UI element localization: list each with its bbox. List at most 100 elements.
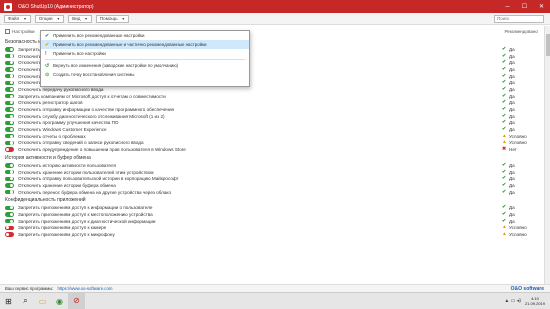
setting-toggle[interactable] xyxy=(5,183,14,188)
setting-row[interactable]: Отключить службу диагностического отслеж… xyxy=(0,113,544,120)
setting-toggle[interactable] xyxy=(5,218,14,224)
setting-row[interactable]: Запретить приложениям доступ к информаци… xyxy=(0,204,544,211)
shutup10-app-icon[interactable]: ⊘ xyxy=(68,292,85,309)
clock[interactable]: 4:10 21.09.2019 xyxy=(525,296,545,306)
recommendation: ✔ Да xyxy=(502,163,515,168)
warning-icon: ▲ xyxy=(502,140,507,146)
recommendation: ✔ Да xyxy=(502,100,515,105)
setting-row[interactable]: Запретить приложениям доступ к микрофону… xyxy=(0,231,544,238)
dropdown-menu-item[interactable]: ! Применить все настройки xyxy=(41,49,249,58)
setting-toggle[interactable] xyxy=(5,189,14,195)
dropdown-menu-item[interactable]: ✔ Применить все рекомендованные настройки xyxy=(41,31,249,40)
recommendation: ✔ Да xyxy=(502,183,515,188)
setting-toggle[interactable] xyxy=(5,107,14,112)
windows-start-icon[interactable]: ⊞ xyxy=(0,293,17,309)
chrome-icon[interactable]: ◉ xyxy=(51,293,68,309)
setting-label: Отключить отправку пользовательской исто… xyxy=(18,176,179,182)
recommendation-label: Да xyxy=(509,113,515,119)
setting-toggle[interactable] xyxy=(5,127,14,132)
recommendation-label: Да xyxy=(509,80,515,86)
menu-options[interactable]: Опции ▼ xyxy=(34,14,65,23)
website-link[interactable]: https://www.oo-software.com xyxy=(58,286,113,291)
setting-label: Запретить приложениям доступ к информаци… xyxy=(18,205,153,211)
setting-toggle[interactable] xyxy=(5,73,14,79)
setting-row[interactable]: Отключить программу улучшения качества П… xyxy=(0,120,544,127)
setting-row[interactable]: Запретить приложениям доступ к камере ▲ Ус… xyxy=(0,225,544,232)
setting-toggle[interactable] xyxy=(5,100,14,106)
setting-row[interactable]: Отключить отправку информации о качестве… xyxy=(0,106,544,113)
tray-icons[interactable]: ▲ ▭ ◂) xyxy=(504,298,521,304)
recommendation: ✔ Да xyxy=(502,190,515,195)
setting-toggle[interactable] xyxy=(5,67,14,72)
setting-label: Запретить приложениям доступ к диагности… xyxy=(18,218,156,224)
recommendation-label: Да xyxy=(509,86,515,92)
search-input[interactable]: Поиск xyxy=(494,15,544,23)
dropdown-item-label: Применить все рекомендованные и частично… xyxy=(53,42,207,47)
file-explorer-icon[interactable]: ▭ xyxy=(34,293,51,309)
warning-icon: ▲ xyxy=(502,225,507,231)
setting-row[interactable]: Запретить компаниям от Microsoft доступ … xyxy=(0,93,544,100)
setting-toggle[interactable] xyxy=(5,212,14,217)
setting-toggle[interactable] xyxy=(5,140,14,146)
vertical-scrollbar[interactable] xyxy=(544,26,550,284)
search-icon[interactable]: ⌕ xyxy=(17,293,34,309)
status-bar: Ваш сервис программы: https://www.oo-sof… xyxy=(0,284,550,292)
setting-row[interactable]: Отключить передачу рукописного ввода ✔ Да xyxy=(0,86,544,93)
setting-row[interactable]: Отключить отправку сведений о записи рук… xyxy=(0,140,544,147)
recommendation: ▲ Условно xyxy=(502,140,527,145)
setting-toggle[interactable] xyxy=(5,205,14,210)
setting-toggle[interactable] xyxy=(5,114,14,119)
setting-toggle[interactable] xyxy=(5,169,14,175)
recommendation-label: Да xyxy=(509,127,515,133)
recommendation-label: Нет xyxy=(509,147,517,153)
check-icon: ✔ xyxy=(502,218,507,224)
setting-toggle[interactable] xyxy=(5,163,14,168)
setting-row[interactable]: Отключить регистратор шагов ✔ Да xyxy=(0,100,544,107)
setting-toggle[interactable] xyxy=(5,225,14,231)
menu-view[interactable]: Вид ▼ xyxy=(68,14,92,23)
setting-row[interactable]: Запретить приложениям доступ к диагности… xyxy=(0,218,544,225)
setting-toggle[interactable] xyxy=(5,134,14,139)
scrollbar-thumb[interactable] xyxy=(546,34,550,56)
select-all-checkbox[interactable] xyxy=(5,28,10,34)
setting-toggle[interactable] xyxy=(5,53,14,59)
setting-toggle[interactable] xyxy=(5,176,14,181)
setting-toggle[interactable] xyxy=(5,60,14,65)
recommendation: ✔ Да xyxy=(502,212,515,217)
setting-toggle[interactable] xyxy=(5,47,14,52)
check-icon: ✔ xyxy=(502,162,507,168)
dropdown-menu-item[interactable]: ✔ Применить все рекомендованные и частичн… xyxy=(41,40,249,49)
maximize-button[interactable]: ☐ xyxy=(516,0,533,13)
setting-row[interactable]: Отключить хранение истории буфера обмена… xyxy=(0,182,544,189)
recommendation: ✔ Да xyxy=(502,94,515,99)
setting-row[interactable]: Отключить отчеты о проблемах ▲ Условно xyxy=(0,133,544,140)
recommendation-label: Да xyxy=(509,162,515,168)
dropdown-menu-item[interactable]: ↺ Вернуть все изменения (заводские настро… xyxy=(41,61,249,70)
setting-row[interactable]: Отключить историю активности пользовател… xyxy=(0,162,544,169)
restore-point-icon: ⊙ xyxy=(45,71,50,78)
setting-row[interactable]: Отключить перенос буфера обмена на други… xyxy=(0,189,544,196)
check-icon: ✔ xyxy=(502,120,507,126)
setting-toggle[interactable] xyxy=(5,120,14,126)
setting-toggle[interactable] xyxy=(5,87,14,92)
recommendation-label: Условно xyxy=(509,225,527,231)
setting-row[interactable]: Отключить Windows Customer Experience ✔ Да xyxy=(0,126,544,133)
dropdown-menu-item[interactable]: ⊙ Создать точку восстановления системы xyxy=(41,70,249,79)
setting-row[interactable]: Отключить отправку пользовательской исто… xyxy=(0,175,544,182)
setting-row[interactable]: Отключить предупреждение о повышении пра… xyxy=(0,146,544,153)
setting-row[interactable]: Отключить хранение истории пользователей… xyxy=(0,169,544,176)
close-button[interactable]: ✕ xyxy=(533,0,550,13)
recommendation: ✔ Да xyxy=(502,87,515,92)
window-controls: ─ ☐ ✕ xyxy=(499,0,550,13)
setting-toggle[interactable] xyxy=(5,80,14,85)
setting-row[interactable]: Запретить приложениям доступ к местополо… xyxy=(0,211,544,218)
setting-label: Запретить компаниям от Microsoft доступ … xyxy=(18,93,166,99)
menu-help[interactable]: Помощь ▼ xyxy=(95,14,130,23)
setting-toggle[interactable] xyxy=(5,147,14,152)
recommendation: ✔ Да xyxy=(502,120,515,125)
setting-toggle[interactable] xyxy=(5,93,14,99)
menu-file[interactable]: Файл ▼ xyxy=(4,14,31,23)
minimize-button[interactable]: ─ xyxy=(499,0,516,13)
brand-logo: O&O software xyxy=(510,285,544,292)
setting-toggle[interactable] xyxy=(5,232,14,237)
